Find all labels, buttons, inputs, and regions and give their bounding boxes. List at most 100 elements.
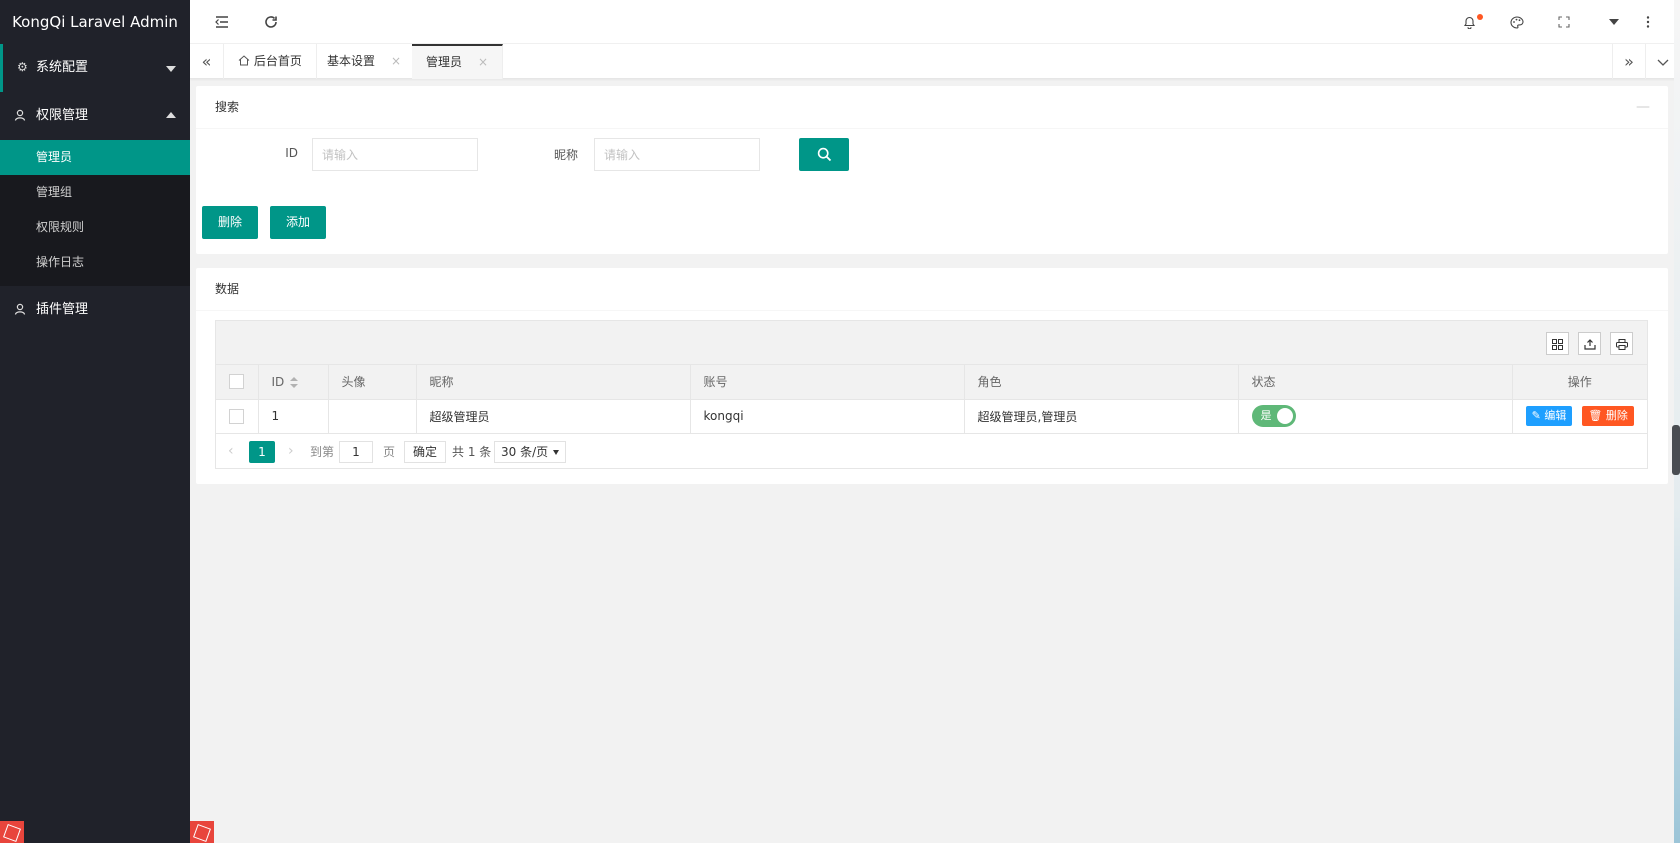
prev-page-icon[interactable]: ‹ — [228, 441, 234, 461]
tab-home[interactable]: 后台首页 — [224, 44, 317, 79]
total-count: 共 1 条 — [452, 444, 492, 459]
data-table: ID 头像 昵称 账号 角色 状态 操作 1 超级管理员 kongqi 超级管理… — [215, 320, 1648, 469]
tab-basic-settings[interactable]: 基本设置 × — [313, 44, 417, 79]
table-row: 1 超级管理员 kongqi 超级管理员,管理员 是 ✎ 编辑 🗑 删除 — [216, 399, 1647, 434]
user-icon — [14, 109, 27, 122]
cell-role: 超级管理员,管理员 — [964, 399, 1239, 434]
col-account: 账号 — [690, 365, 965, 400]
col-role: 角色 — [964, 365, 1239, 400]
select-all-cell — [216, 365, 259, 400]
cell-avatar — [328, 399, 417, 434]
scrollbar-handle[interactable] — [1672, 425, 1680, 475]
edit-button[interactable]: ✎ 编辑 — [1525, 406, 1573, 426]
corner-logo-icon — [190, 821, 214, 843]
admin-table: ID 头像 昵称 账号 角色 状态 操作 1 超级管理员 kongqi 超级管理… — [216, 365, 1647, 434]
goto-page-input[interactable]: 1 — [339, 440, 373, 463]
goto-label: 到第 — [310, 444, 335, 459]
top-header — [190, 0, 1680, 44]
chevron-up-icon — [166, 112, 176, 118]
app-logo-title[interactable]: KongQi Laravel Admin — [0, 0, 190, 44]
search-icon — [817, 147, 831, 162]
sidebar-submenu: 管理员 管理组 权限规则 操作日志 — [0, 140, 190, 286]
refresh-icon[interactable] — [251, 0, 291, 44]
bulk-delete-button[interactable]: 删除 — [202, 206, 258, 239]
col-id[interactable]: ID — [258, 365, 329, 400]
theme-icon[interactable] — [1497, 0, 1537, 44]
row-select-cell — [216, 399, 259, 434]
delete-row-button[interactable]: 🗑 删除 — [1582, 406, 1634, 426]
sidebar: KongQi Laravel Admin ⚙ 系统配置 权限管理 管理员 管理组… — [0, 0, 190, 843]
search-card-header: 搜索 — — [196, 86, 1668, 129]
data-card-header: 数据 — [196, 268, 1668, 311]
sidebar-item-admin-groups[interactable]: 管理组 — [0, 175, 190, 210]
sidebar-group-label: 权限管理 — [36, 108, 89, 123]
fold-icon[interactable]: — — [1636, 86, 1650, 129]
search-card: 搜索 — ID 昵称 删除 添加 — [196, 86, 1668, 254]
gear-icon: ⚙ — [17, 60, 28, 74]
sidebar-group-label: 插件管理 — [36, 302, 89, 317]
data-card-title: 数据 — [215, 282, 240, 296]
user-icon — [14, 303, 27, 316]
cell-account: kongqi — [690, 399, 965, 434]
close-icon[interactable]: × — [478, 55, 488, 69]
status-toggle[interactable]: 是 — [1251, 405, 1296, 427]
sidebar-group-system-config[interactable]: ⚙ 系统配置 — [0, 44, 190, 92]
menu-fold-icon[interactable] — [202, 0, 242, 44]
print-icon[interactable] — [1610, 332, 1633, 355]
row-checkbox[interactable] — [229, 408, 244, 424]
sidebar-group-label: 系统配置 — [36, 60, 89, 75]
chevron-down-icon — [166, 66, 176, 72]
sidebar-group-permission[interactable]: 权限管理 — [0, 92, 190, 140]
nickname-field-label: 昵称 — [553, 148, 578, 162]
search-card-title: 搜索 — [215, 100, 240, 114]
sort-icon[interactable] — [290, 376, 299, 388]
bell-icon[interactable] — [1449, 0, 1489, 44]
page-unit-label: 页 — [383, 444, 396, 459]
desktop-edge — [1674, 0, 1680, 843]
id-search-input[interactable] — [312, 138, 478, 171]
tab-bar: « 后台首页 基本设置 × 管理员 × » — [190, 44, 1680, 79]
tab-label: 基本设置 — [327, 54, 376, 68]
id-field-label: ID — [285, 146, 298, 160]
fullscreen-icon[interactable] — [1544, 0, 1584, 44]
tab-label: 管理员 — [426, 55, 463, 69]
columns-filter-icon[interactable] — [1546, 332, 1569, 355]
tab-scroll-right-icon[interactable]: » — [1612, 44, 1646, 79]
nickname-search-input[interactable] — [594, 138, 760, 171]
close-icon[interactable]: × — [391, 54, 401, 68]
tab-scroll-left-icon[interactable]: « — [190, 44, 224, 79]
current-page[interactable]: 1 — [249, 440, 275, 463]
table-toolbar — [216, 321, 1647, 365]
add-button[interactable]: 添加 — [270, 206, 326, 239]
home-icon — [238, 54, 254, 68]
tab-admins[interactable]: 管理员 × — [412, 44, 504, 79]
more-icon[interactable] — [1628, 0, 1668, 44]
pagination: ‹ 1 › 到第 1 页 确定 共 1 条 30 条/页 — [216, 434, 1647, 468]
export-icon[interactable] — [1578, 332, 1601, 355]
sidebar-item-operation-logs[interactable]: 操作日志 — [0, 245, 190, 280]
trash-icon: 🗑 — [1588, 409, 1606, 422]
cell-actions: ✎ 编辑 🗑 删除 — [1512, 399, 1647, 434]
goto-confirm-button[interactable]: 确定 — [404, 440, 447, 463]
data-card: 数据 ID 头像 昵称 账号 角色 状态 操作 1 超级管理员 kongqi 超… — [196, 268, 1668, 484]
col-nickname: 昵称 — [416, 365, 691, 400]
select-all-checkbox[interactable] — [229, 374, 244, 390]
cell-nickname: 超级管理员 — [416, 399, 691, 434]
cell-status: 是 — [1238, 399, 1513, 434]
table-header-row: ID 头像 昵称 账号 角色 状态 操作 — [216, 365, 1647, 400]
sidebar-item-permission-rules[interactable]: 权限规则 — [0, 210, 190, 245]
notification-dot — [1477, 14, 1483, 20]
col-actions: 操作 — [1512, 365, 1647, 400]
col-avatar: 头像 — [328, 365, 417, 400]
sidebar-item-admins[interactable]: 管理员 — [0, 140, 190, 175]
cell-id: 1 — [258, 399, 329, 434]
tab-label: 后台首页 — [253, 54, 302, 68]
search-button[interactable] — [799, 138, 849, 171]
page-size-select[interactable]: 30 条/页 — [494, 440, 566, 463]
sidebar-group-plugins[interactable]: 插件管理 — [0, 286, 190, 334]
caret-down-icon — [553, 449, 559, 455]
edit-icon: ✎ — [1531, 409, 1545, 422]
corner-logo-icon — [0, 821, 24, 843]
col-status: 状态 — [1238, 365, 1513, 400]
next-page-icon[interactable]: › — [288, 441, 294, 461]
